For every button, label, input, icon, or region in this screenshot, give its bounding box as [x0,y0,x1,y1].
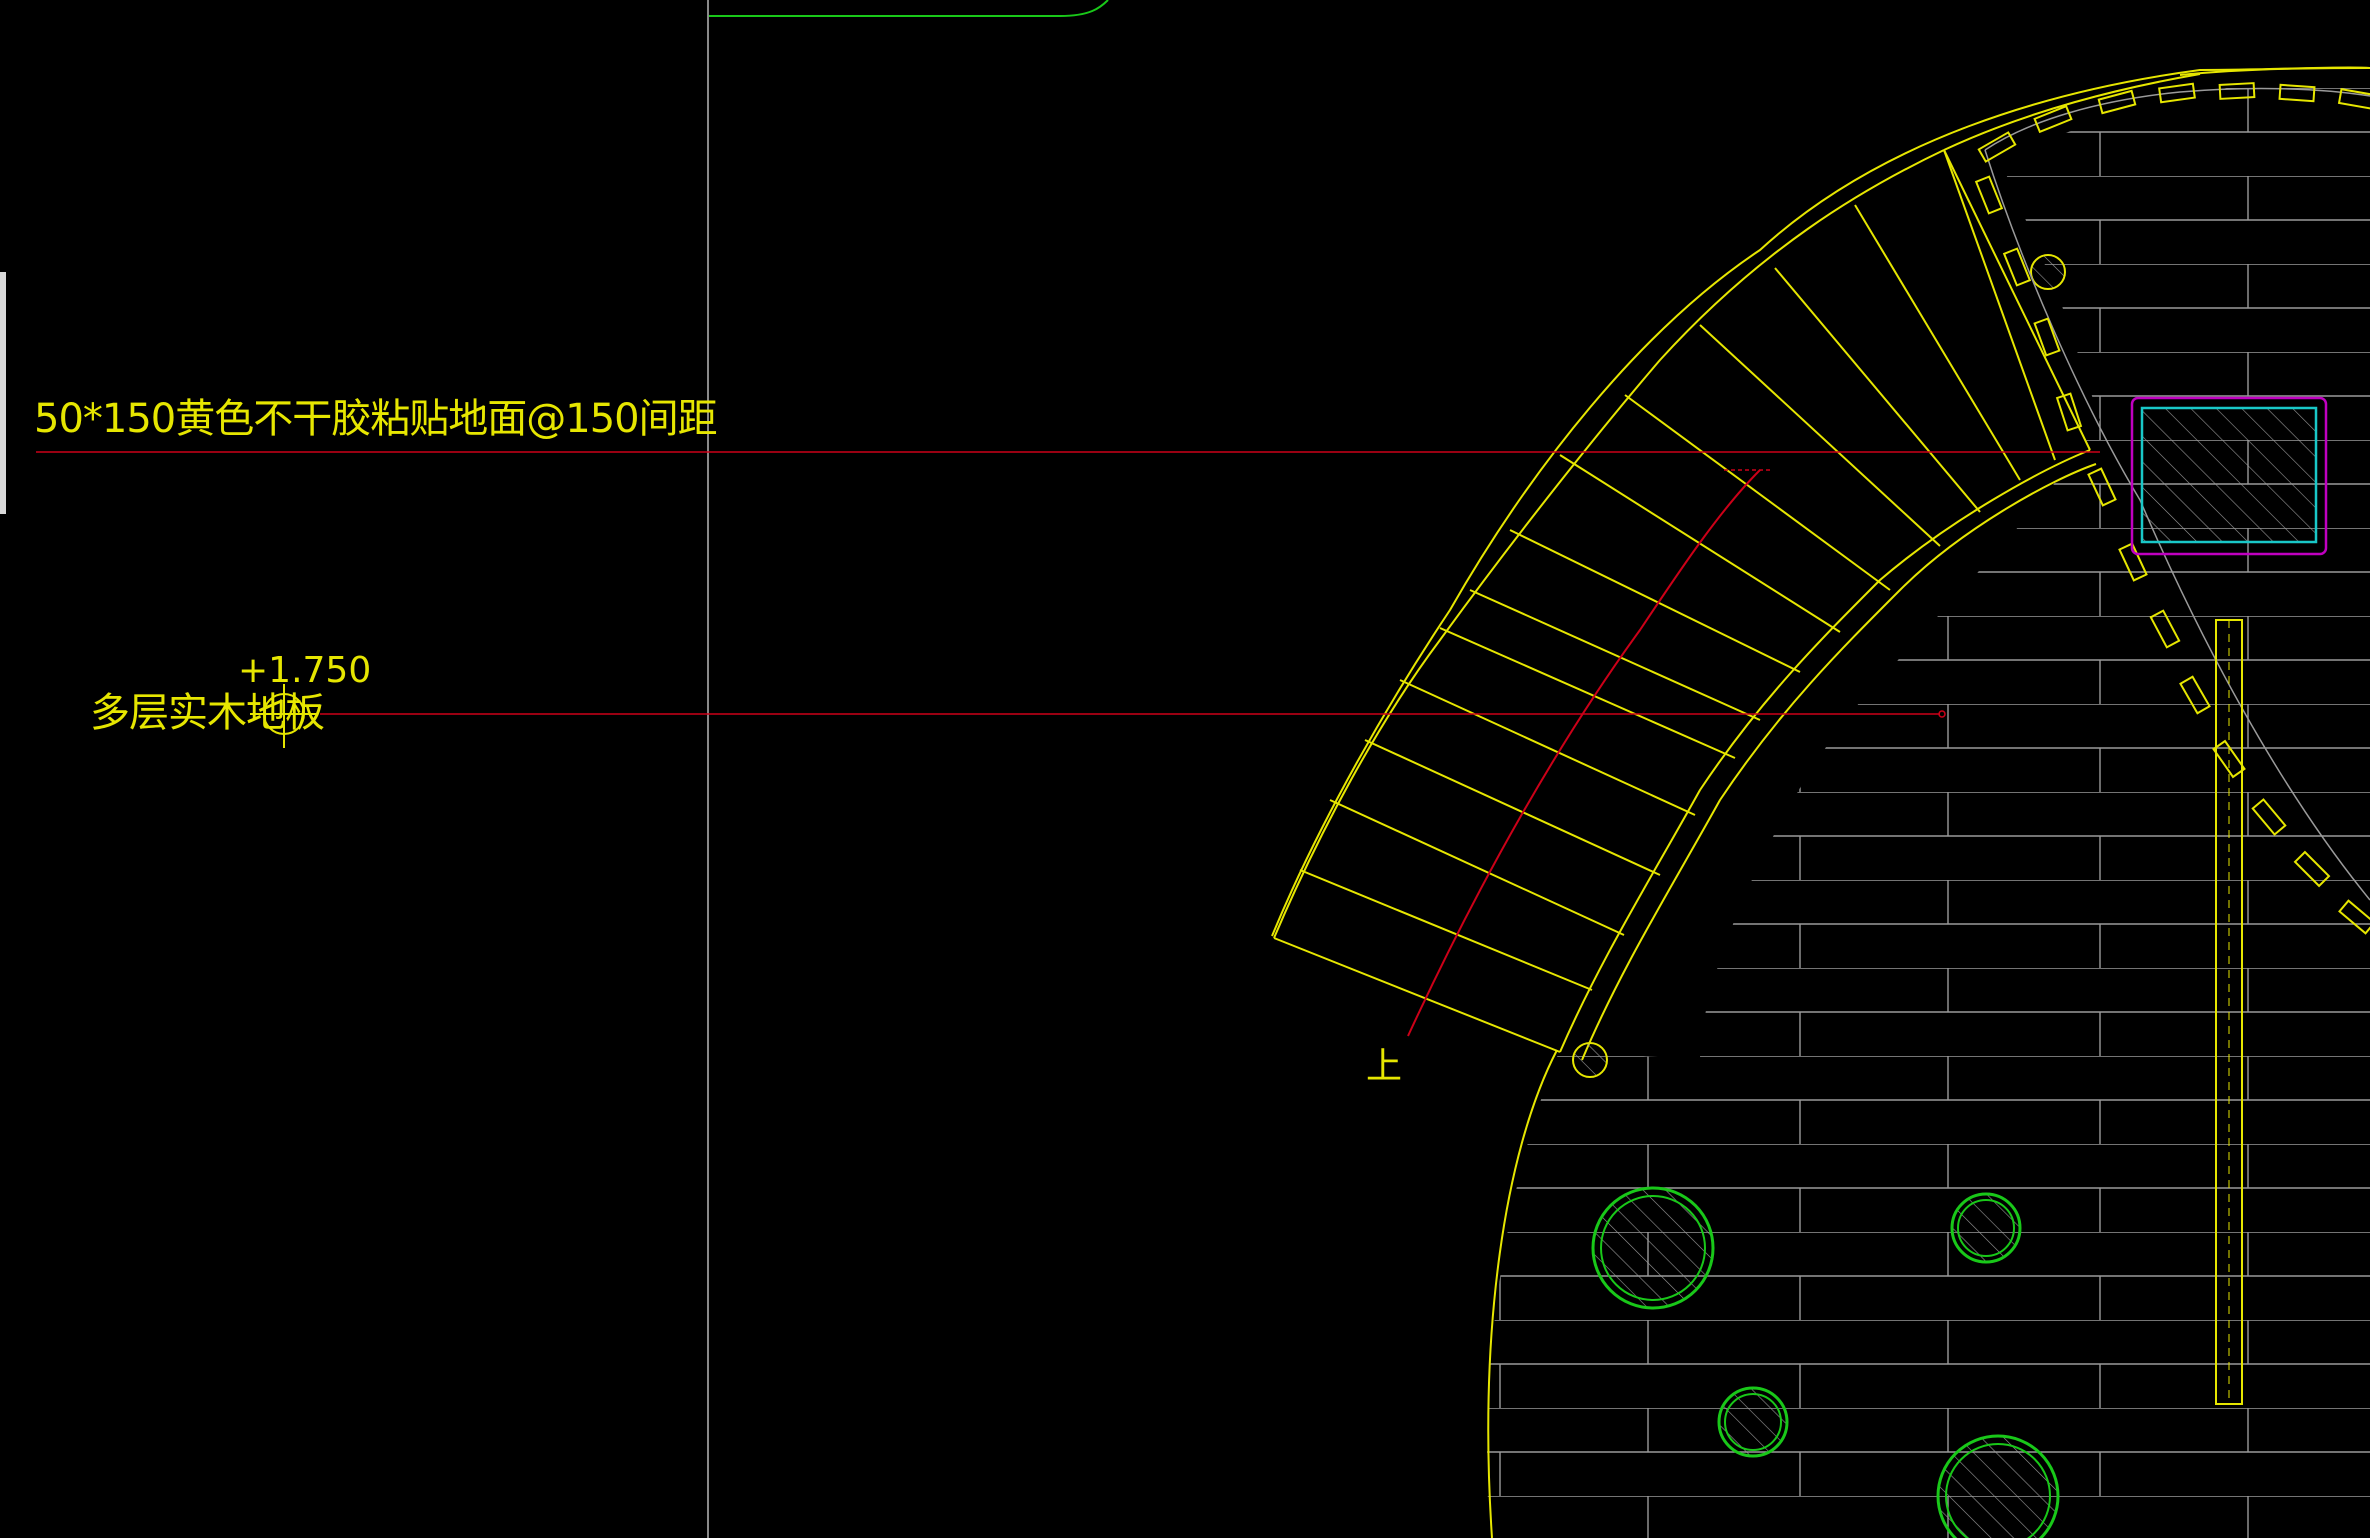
stair-direction-label: 上 [1366,1046,1402,1087]
circle-hatched-icon [1717,1386,1789,1458]
material-label: 多层实木地板 [90,690,324,736]
stair-direction-arc [1407,469,1761,1037]
floor-pattern [1487,68,2370,1538]
circle-hatched-icon [1591,1186,1715,1310]
floor-spec-label: 50*150黄色不干胶粘贴地面@150间距 [34,396,717,442]
stair-post-circle-top [2030,254,2066,290]
cad-drawing-canvas[interactable]: 50*150黄色不干胶粘贴地面@150间距 +1.750 多层实木地板 上 [0,0,2370,1538]
circle-hatched-icon [1936,1434,2060,1538]
column-block [2130,396,2328,556]
elevation-label: +1.750 [238,650,371,691]
stair-post-circle [1572,1042,1608,1078]
circle-hatched-icon [1950,1192,2022,1264]
top-green-outline [707,0,1109,17]
cad-drawing: 50*150黄色不干胶粘贴地面@150间距 +1.750 多层实木地板 上 [34,0,2370,1538]
